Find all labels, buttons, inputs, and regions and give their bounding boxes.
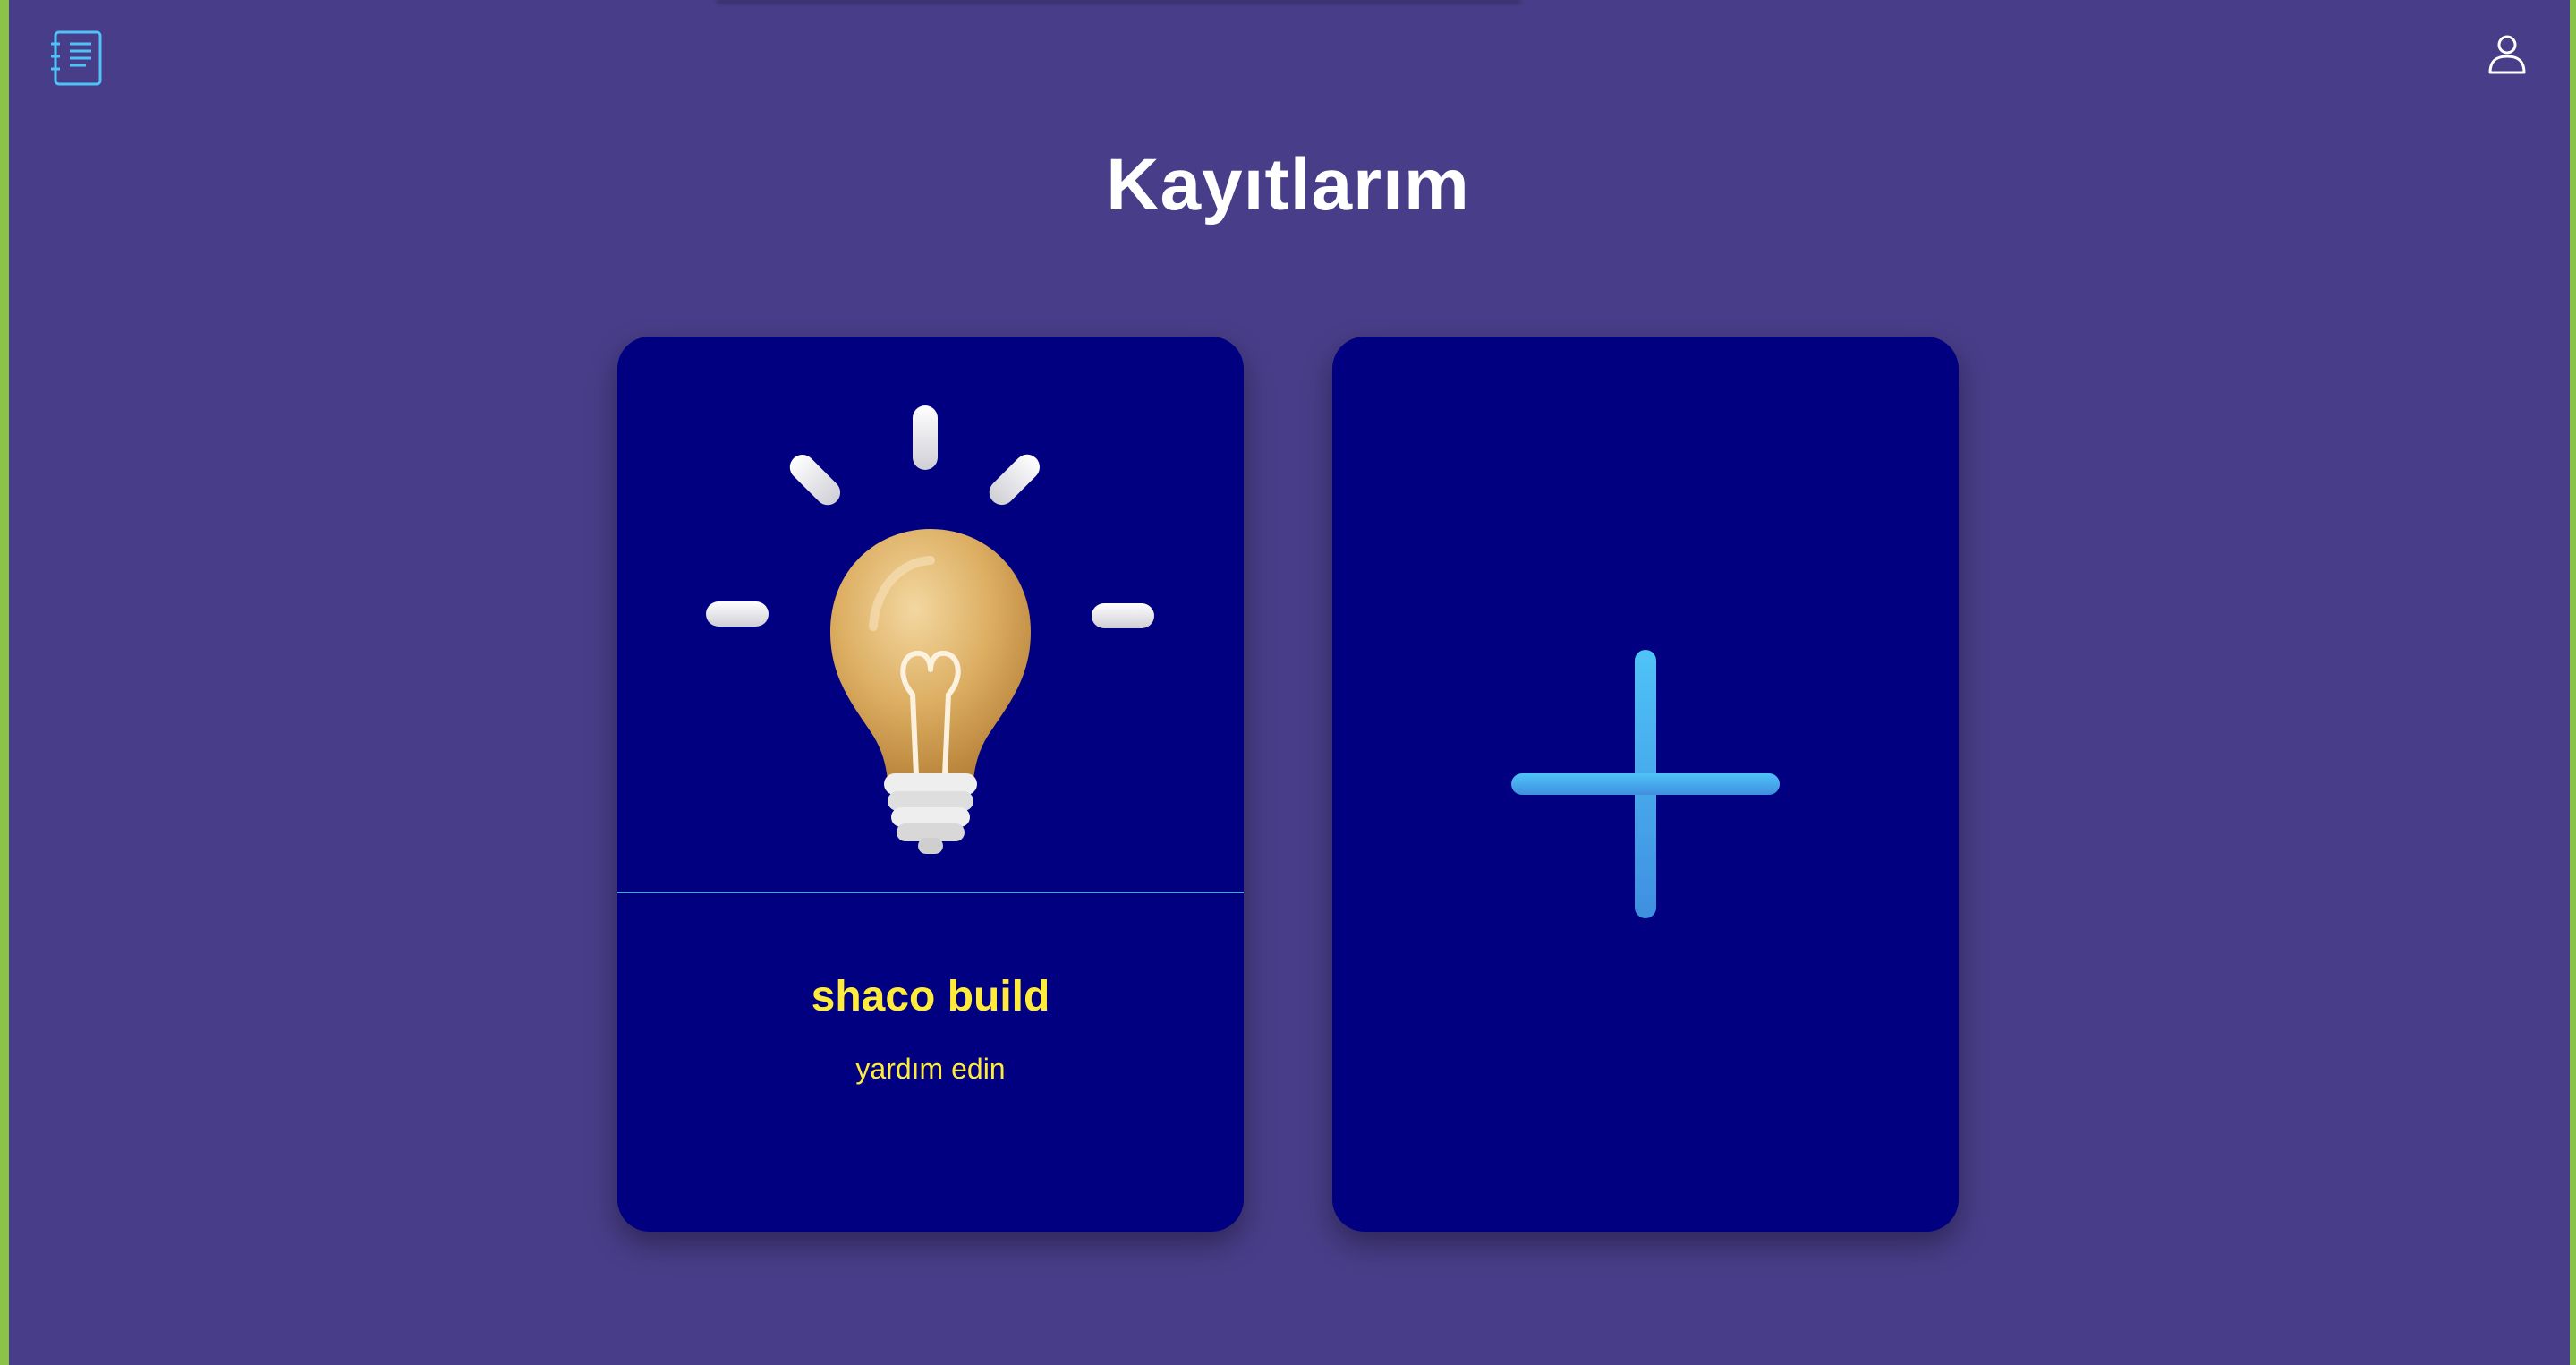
record-card[interactable]: shaco build yardım edin	[617, 337, 1244, 1232]
user-profile-button[interactable]	[2480, 27, 2534, 81]
record-description: yardım edin	[855, 1053, 1006, 1085]
plus-icon	[1511, 650, 1780, 918]
page-title: Kayıtlarım	[1106, 144, 1470, 226]
notebook-menu-button[interactable]	[47, 27, 107, 90]
record-title: shaco build	[811, 973, 1050, 1020]
user-profile-icon	[2488, 35, 2526, 74]
notebook-list-icon	[51, 30, 102, 86]
card-divider	[617, 892, 1244, 893]
top-shadow	[716, 0, 1521, 4]
lightbulb-illustration	[706, 405, 1154, 854]
add-record-card[interactable]	[1332, 337, 1959, 1232]
